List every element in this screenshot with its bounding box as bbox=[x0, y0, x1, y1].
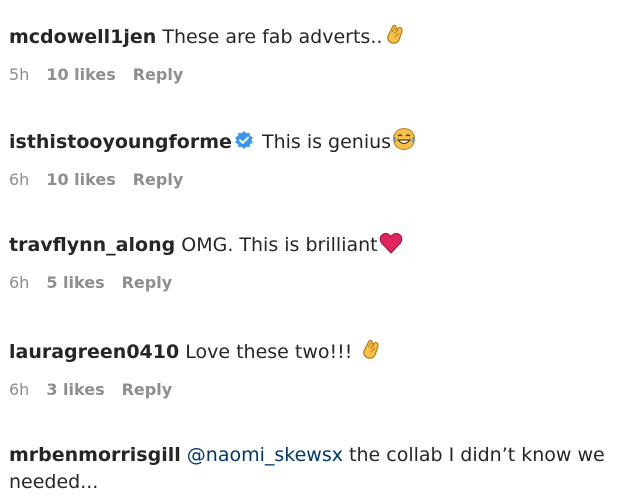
comment-username[interactable]: lauragreen0410 bbox=[9, 341, 179, 363]
comment-text: This is genius bbox=[261, 131, 392, 153]
comment-likes[interactable]: 3 likes bbox=[46, 380, 104, 399]
comment-likes[interactable]: 10 likes bbox=[46, 65, 115, 84]
reply-button[interactable]: Reply bbox=[122, 273, 173, 292]
comment-mention-link[interactable]: @naomi_skewsx bbox=[187, 444, 343, 466]
clapping-hands-icon bbox=[359, 337, 383, 369]
comment-line: isthistooyoungforme This is genius bbox=[9, 127, 624, 159]
comment-time: 6h bbox=[9, 273, 30, 292]
reply-button[interactable]: Reply bbox=[133, 65, 184, 84]
comment-item: mcdowell1jen These are fab adverts.. 5h … bbox=[9, 22, 624, 84]
comment-meta: 6h 5 likes Reply bbox=[9, 273, 624, 292]
comment-time: 6h bbox=[9, 170, 30, 189]
comment-line: mcdowell1jen These are fab adverts.. bbox=[9, 22, 624, 54]
clapping-hands-icon bbox=[383, 22, 407, 54]
comment-username[interactable]: mcdowell1jen bbox=[9, 26, 156, 48]
comment-username[interactable]: isthistooyoungforme bbox=[9, 131, 232, 153]
comment-line: mrbenmorrisgill @naomi_skewsx the collab… bbox=[9, 442, 624, 496]
laughing-face-icon bbox=[392, 127, 416, 159]
red-heart-icon bbox=[379, 232, 403, 262]
reply-button[interactable]: Reply bbox=[133, 170, 184, 189]
comment-likes[interactable]: 10 likes bbox=[46, 170, 115, 189]
comment-time: 6h bbox=[9, 380, 30, 399]
comment-meta: 5h 10 likes Reply bbox=[9, 65, 624, 84]
comment-item: isthistooyoungforme This is genius 6h 10… bbox=[9, 127, 624, 189]
comment-item: travflynn_along OMG. This is brilliant 6… bbox=[9, 232, 624, 292]
comment-likes[interactable]: 5 likes bbox=[46, 273, 104, 292]
comment-meta: 6h 10 likes Reply bbox=[9, 170, 624, 189]
comment-text: These are fab adverts.. bbox=[162, 26, 383, 48]
comment-line: travflynn_along OMG. This is brilliant bbox=[9, 232, 624, 262]
verified-badge-icon bbox=[234, 130, 254, 158]
comment-line: lauragreen0410 Love these two!!! bbox=[9, 337, 624, 369]
comment-item: lauragreen0410 Love these two!!! 6h 3 li… bbox=[9, 337, 624, 399]
comment-text: OMG. This is brilliant bbox=[181, 234, 378, 256]
comment-username[interactable]: mrbenmorrisgill bbox=[9, 444, 181, 466]
comment-text: Love these two!!! bbox=[185, 341, 353, 363]
comment-item: mrbenmorrisgill @naomi_skewsx the collab… bbox=[9, 442, 624, 496]
comment-username[interactable]: travflynn_along bbox=[9, 234, 175, 256]
comment-time: 5h bbox=[9, 65, 30, 84]
reply-button[interactable]: Reply bbox=[122, 380, 173, 399]
comment-meta: 6h 3 likes Reply bbox=[9, 380, 624, 399]
